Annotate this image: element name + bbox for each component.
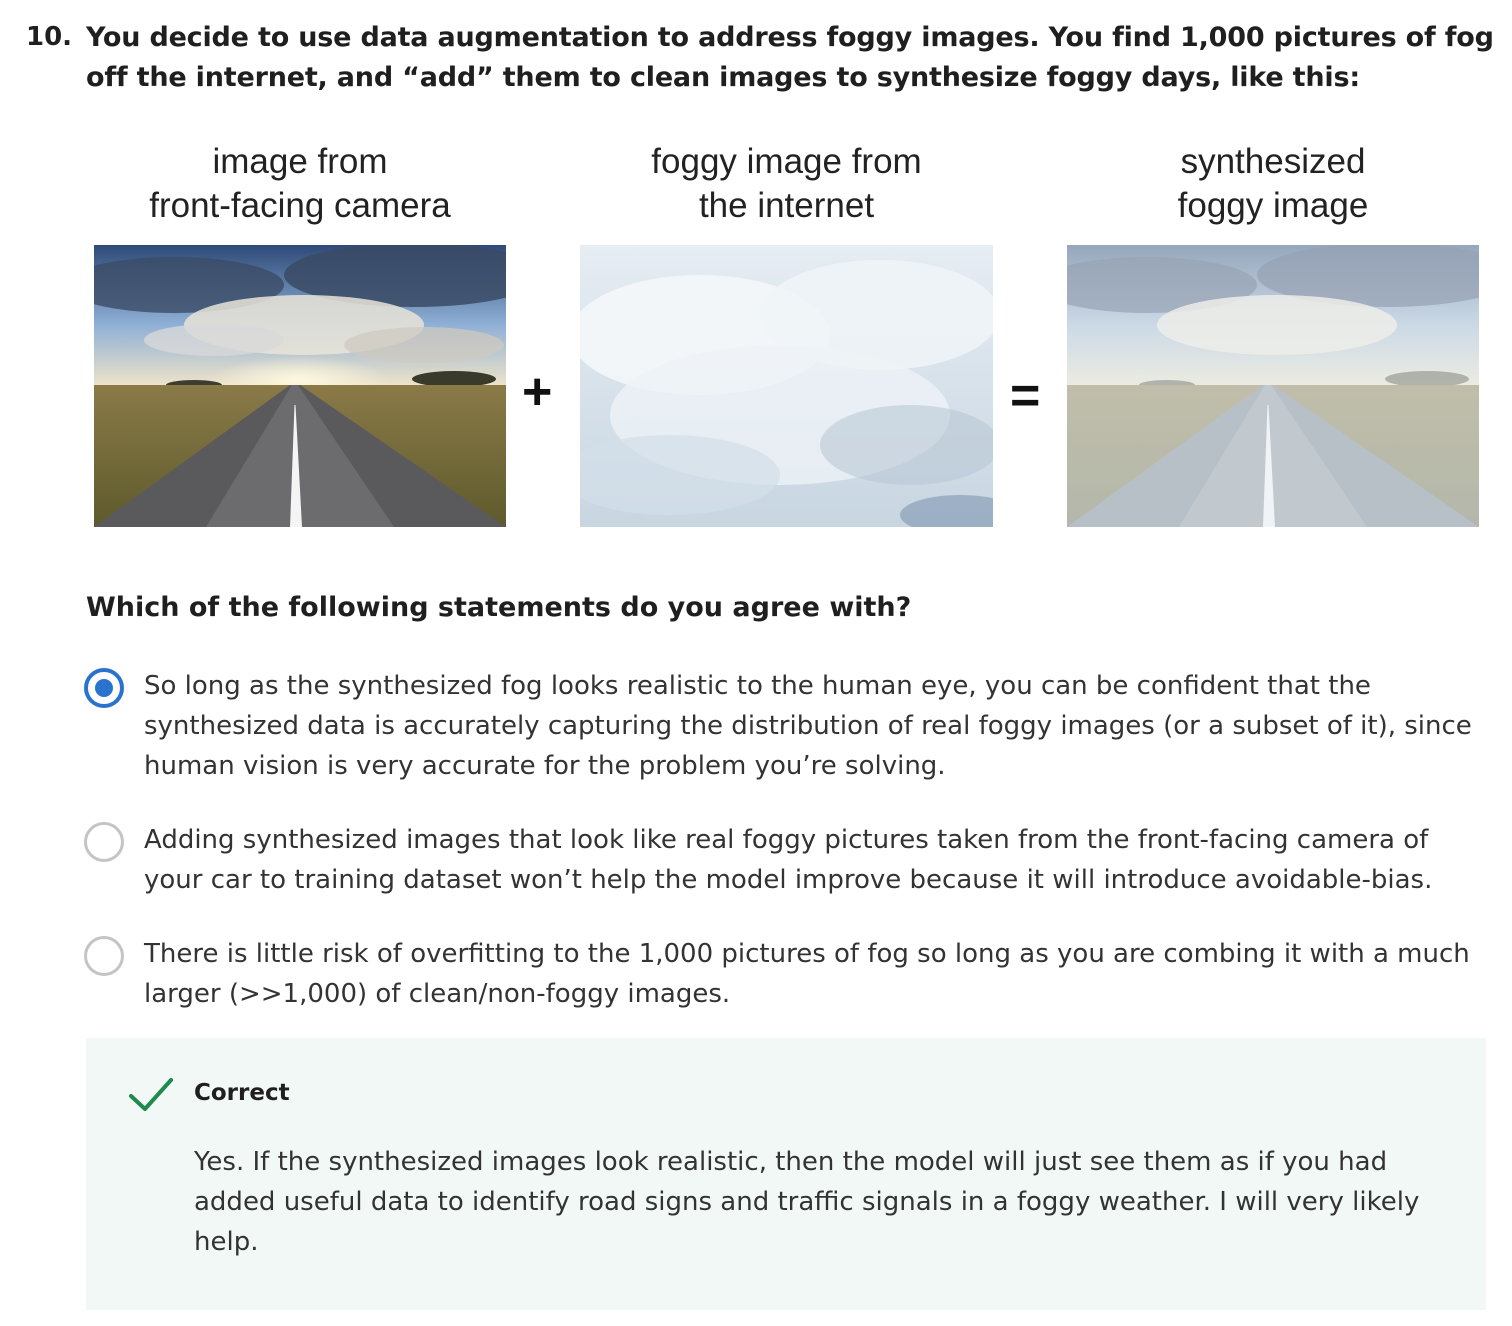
radio-button-selected[interactable] xyxy=(84,668,124,708)
option-label: So long as the synthesized fog looks rea… xyxy=(144,671,1472,781)
question-prompt: Which of the following statements do you… xyxy=(86,592,912,623)
radio-button[interactable] xyxy=(84,822,124,862)
option-label: There is little risk of overfitting to t… xyxy=(144,939,1470,1009)
caption-synthesized-image: synthesized foggy image xyxy=(1177,142,1369,225)
feedback-title: Correct xyxy=(194,1080,290,1106)
feedback-panel: Correct Yes. If the synthesized images l… xyxy=(86,1038,1486,1310)
camera-road-image xyxy=(94,245,506,527)
option-label: Adding synthesized images that look like… xyxy=(144,825,1433,895)
equals-operator: = xyxy=(1010,367,1041,425)
radio-button[interactable] xyxy=(84,936,124,976)
caption-fog-image: foggy image from the internet xyxy=(651,142,922,225)
checkmark-icon xyxy=(129,1078,173,1111)
synthesized-foggy-image xyxy=(1067,245,1479,527)
feedback-text: Yes. If the synthesized images look real… xyxy=(194,1147,1420,1257)
fog-image xyxy=(580,245,993,527)
question-number: 10. xyxy=(26,22,73,52)
plus-operator: + xyxy=(522,363,553,421)
question-text: You decide to use data augmentation to a… xyxy=(86,22,1494,93)
caption-camera-image: image from front-facing camera xyxy=(149,142,451,225)
